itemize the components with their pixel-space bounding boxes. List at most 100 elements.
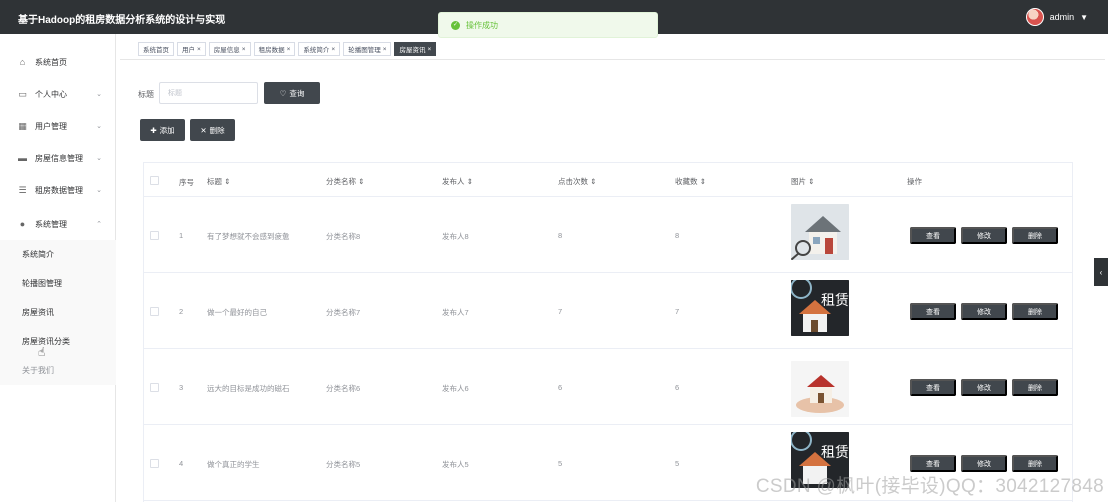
row-title: 远大的目标是成功的磁石 — [207, 384, 290, 393]
sidebar-item-label: 租房数据管理 — [35, 185, 83, 195]
success-toast: ✓ 操作成功 — [438, 12, 658, 38]
select-all-checkbox[interactable] — [150, 176, 159, 185]
location-icon: ● — [19, 218, 26, 229]
batch-delete-button[interactable]: ✕ 删除 — [190, 119, 235, 141]
tab-rent-data[interactable]: 租房数据 × — [253, 42, 296, 56]
chevron-left-icon[interactable]: ‹ — [1094, 258, 1108, 286]
close-icon[interactable]: × — [383, 46, 387, 53]
tab-users[interactable]: 用户 × — [177, 42, 206, 56]
row-image[interactable] — [791, 361, 849, 417]
sidebar-item-house-info[interactable]: ▬ 房屋信息管理 ⌄ — [0, 142, 116, 174]
edit-button[interactable]: 修改 — [961, 379, 1007, 396]
check-circle-icon: ✓ — [451, 20, 460, 30]
header-favorites[interactable]: 收藏数 ⇕ — [675, 176, 706, 187]
header-category[interactable]: 分类名称 ⇕ — [326, 176, 364, 187]
submenu-item-news[interactable]: 房屋资讯 — [0, 298, 116, 327]
row-favorites: 8 — [675, 231, 680, 240]
sort-icon: ⇕ — [699, 177, 706, 186]
sidebar-item-rent-data[interactable]: ☰ 租房数据管理 ⌄ — [0, 174, 116, 206]
chevron-down-icon: ⌄ — [96, 123, 102, 130]
sidebar-item-system[interactable]: ● 系统管理 ⌃ — [0, 208, 116, 240]
row-index: 4 — [179, 459, 184, 468]
tab-home[interactable]: 系统首页 — [138, 42, 174, 56]
username[interactable]: admin — [1050, 12, 1075, 22]
submenu-item-carousel[interactable]: 轮播图管理 — [0, 269, 116, 298]
sidebar-item-label: 系统首页 — [35, 57, 67, 67]
row-category: 分类名称8 — [326, 232, 361, 241]
tab-house-info[interactable]: 房屋信息 × — [208, 42, 251, 56]
row-image[interactable]: 租赁 — [791, 280, 849, 336]
delete-button[interactable]: 删除 — [1012, 303, 1058, 320]
row-image[interactable] — [791, 204, 849, 260]
row-favorites: 6 — [675, 383, 680, 392]
row-publisher: 发布人5 — [442, 460, 469, 469]
search-input[interactable] — [159, 82, 258, 104]
row-favorites: 5 — [675, 459, 680, 468]
row-checkbox[interactable] — [150, 459, 159, 468]
header-actions: 操作 — [907, 177, 922, 186]
row-clicks: 7 — [558, 307, 563, 316]
row-index: 2 — [179, 307, 184, 316]
search-button[interactable]: ♡ 查询 — [264, 82, 320, 104]
sidebar-item-home[interactable]: ⌂ 系统首页 — [0, 46, 116, 78]
tab-house-news[interactable]: 房屋资讯 × — [394, 42, 437, 56]
user-menu[interactable]: admin ▼ — [1025, 8, 1088, 26]
header-clicks[interactable]: 点击次数 ⇕ — [558, 176, 596, 187]
edit-button[interactable]: 修改 — [961, 303, 1007, 320]
view-button[interactable]: 查看 — [910, 455, 956, 472]
tab-system-intro[interactable]: 系统简介 × — [298, 42, 341, 56]
view-button[interactable]: 查看 — [910, 227, 956, 244]
row-clicks: 8 — [558, 231, 563, 240]
view-button[interactable]: 查看 — [910, 303, 956, 320]
row-category: 分类名称6 — [326, 384, 361, 393]
row-checkbox[interactable] — [150, 307, 159, 316]
submenu-item-about[interactable]: 关于我们 — [0, 356, 116, 385]
close-icon[interactable]: × — [197, 46, 201, 53]
header-image[interactable]: 图片 ⇕ — [791, 176, 814, 187]
close-icon[interactable]: × — [427, 46, 431, 53]
sidebar-item-label: 系统管理 — [35, 219, 67, 229]
avatar[interactable] — [1025, 8, 1044, 26]
close-icon[interactable]: × — [242, 46, 246, 53]
tabs-divider — [120, 59, 1105, 60]
chevron-down-icon: ⌄ — [96, 155, 102, 162]
delete-button[interactable]: 删除 — [1012, 455, 1058, 472]
sort-icon: ⇕ — [466, 177, 473, 186]
sort-icon: ⇕ — [808, 177, 815, 186]
submenu-item-intro[interactable]: 系统简介 — [0, 240, 116, 269]
tab-carousel[interactable]: 轮播图管理 × — [343, 42, 392, 56]
monitor-icon: ▬ — [18, 152, 27, 163]
sidebar-item-label: 房屋信息管理 — [35, 153, 83, 163]
add-button[interactable]: ✚ 添加 — [140, 119, 185, 141]
heart-icon: ♡ — [279, 88, 287, 98]
close-icon: ✕ — [200, 125, 207, 135]
row-clicks: 5 — [558, 459, 563, 468]
header-title[interactable]: 标题 ⇕ — [207, 176, 230, 187]
close-icon[interactable]: × — [331, 46, 335, 53]
row-index: 1 — [179, 231, 184, 240]
sidebar-item-label: 用户管理 — [35, 121, 67, 131]
home-icon: ⌂ — [19, 56, 26, 67]
row-image-text: 租赁 — [821, 292, 849, 308]
view-button[interactable]: 查看 — [910, 379, 956, 396]
sidebar-item-profile[interactable]: ▭ 个人中心 ⌄ — [0, 78, 116, 110]
row-favorites: 7 — [675, 307, 680, 316]
table-header: 序号 标题 ⇕ 分类名称 ⇕ 发布人 ⇕ 点击次数 ⇕ 收藏数 ⇕ 图片 ⇕ 操… — [144, 163, 1072, 197]
delete-button[interactable]: 删除 — [1012, 379, 1058, 396]
row-checkbox[interactable] — [150, 231, 159, 240]
sidebar: ⌂ 系统首页 ▭ 个人中心 ⌄ ▦ 用户管理 ⌄ ▬ 房屋信息管理 ⌄ ☰ 租房… — [0, 34, 116, 502]
caret-down-icon[interactable]: ▼ — [1080, 13, 1088, 22]
edit-button[interactable]: 修改 — [961, 455, 1007, 472]
row-image-text: 租赁 — [821, 444, 849, 460]
header-index: 序号 — [179, 178, 194, 187]
row-checkbox[interactable] — [150, 383, 159, 392]
close-icon[interactable]: × — [287, 46, 291, 53]
submenu-item-news-category[interactable]: 房屋资讯分类 — [0, 327, 116, 356]
header-publisher[interactable]: 发布人 ⇕ — [442, 176, 473, 187]
sidebar-item-users[interactable]: ▦ 用户管理 ⌄ — [0, 110, 116, 142]
row-publisher: 发布人6 — [442, 384, 469, 393]
edit-button[interactable]: 修改 — [961, 227, 1007, 244]
user-card-icon: ▭ — [18, 88, 27, 99]
delete-button[interactable]: 删除 — [1012, 227, 1058, 244]
sort-icon: ⇕ — [590, 177, 597, 186]
